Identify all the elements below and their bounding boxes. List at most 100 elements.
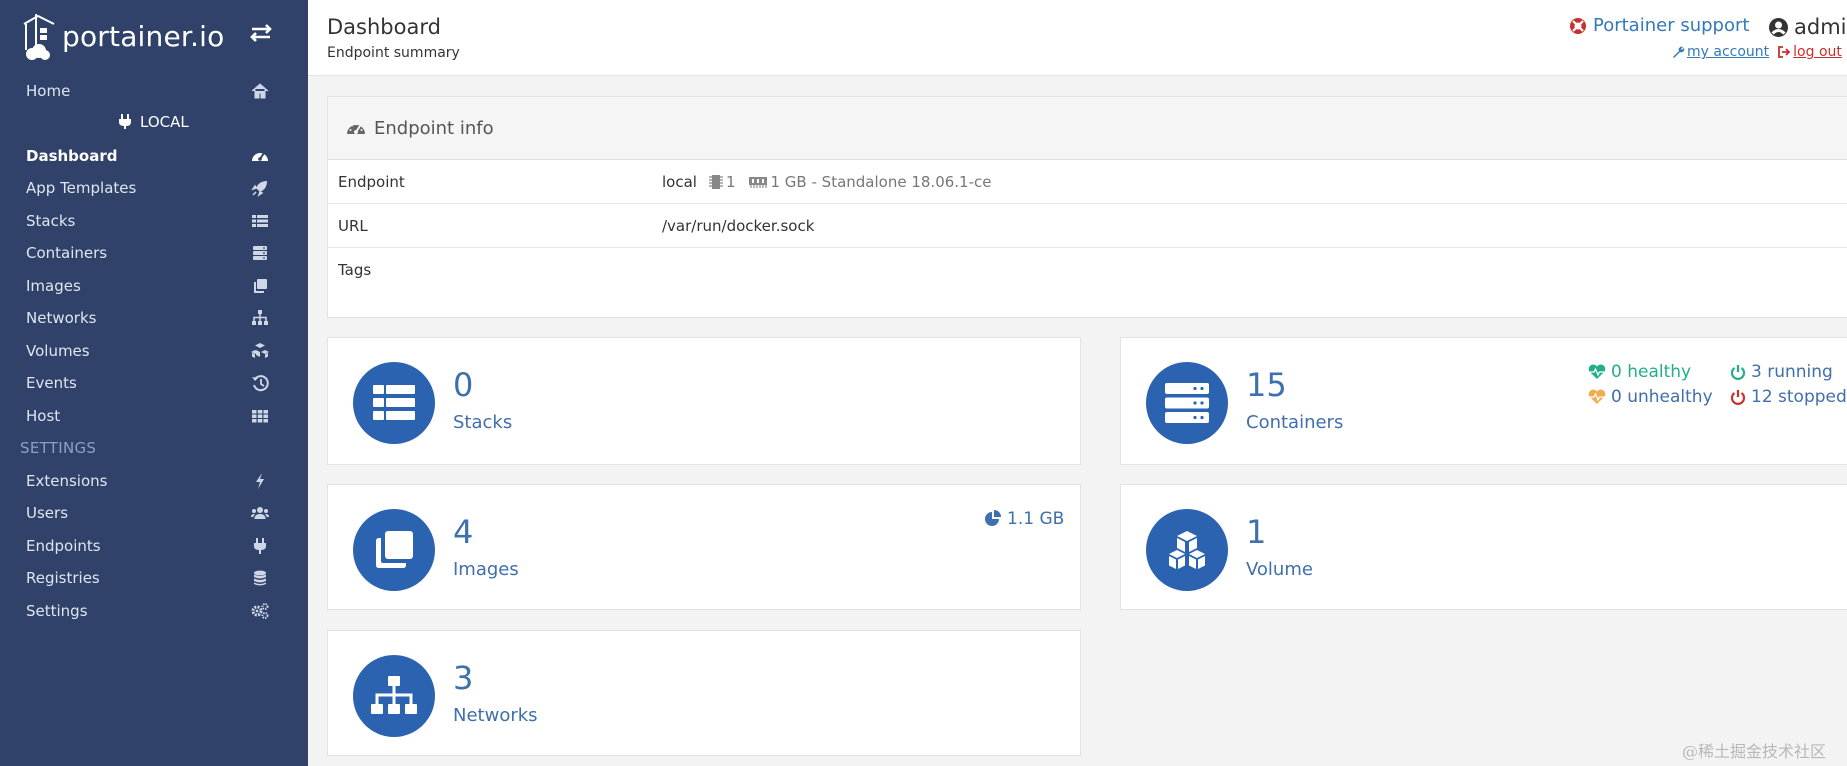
- sidebar-item-volumes[interactable]: Volumes: [0, 336, 308, 366]
- stopped-count: 12 stopped: [1730, 387, 1847, 407]
- unhealthy-count: 0 unhealthy: [1588, 387, 1713, 407]
- plug-icon: [254, 538, 266, 554]
- info-key: URL: [338, 217, 368, 235]
- sidebar-item-label: Endpoints: [26, 537, 101, 555]
- sidebar-item-label: Images: [26, 277, 81, 295]
- containers-label: Containers: [1246, 412, 1344, 433]
- list-icon: [373, 385, 415, 420]
- power-off-icon: [1730, 364, 1746, 380]
- sidebar-item-label: Dashboard: [26, 147, 118, 165]
- heartbeat-icon: [1588, 364, 1606, 379]
- sidebar-item-label: Users: [26, 504, 69, 522]
- images-size: 1.1 GB: [984, 509, 1064, 529]
- sidebar-item-home[interactable]: Home: [0, 76, 308, 106]
- volumes-tile[interactable]: 1 Volume: [1120, 484, 1847, 610]
- sidebar-item-label: Networks: [26, 309, 97, 327]
- sidebar: portainer.io Home LOCAL Dashboard App Te…: [0, 0, 308, 766]
- sidebar-item-dashboard[interactable]: Dashboard: [0, 141, 308, 171]
- sidebar-item-label: Stacks: [26, 212, 76, 230]
- images-count: 4: [453, 513, 474, 551]
- watermark: @稀土掘金技术社区: [1682, 742, 1827, 761]
- sidebar-section-settings: SETTINGS: [20, 439, 97, 457]
- my-account-link[interactable]: my account: [1671, 44, 1769, 60]
- sidebar-item-label: Registries: [26, 569, 100, 587]
- sidebar-item-endpoints[interactable]: Endpoints: [0, 531, 308, 561]
- username: admin: [1794, 15, 1847, 39]
- sidebar-item-events[interactable]: Events: [0, 368, 308, 398]
- info-row-url: URL /var/run/docker.sock: [328, 204, 1847, 248]
- stacks-icon-circle: [353, 362, 435, 444]
- images-tile[interactable]: 4 Images 1.1 GB: [327, 484, 1081, 610]
- sidebar-item-stacks[interactable]: Stacks: [0, 206, 308, 236]
- volumes-count: 1: [1246, 513, 1267, 551]
- home-icon: [251, 83, 269, 99]
- page-title: Dashboard: [327, 15, 441, 39]
- user-circle-icon: [1769, 17, 1788, 37]
- page-subtitle: Endpoint summary: [327, 45, 460, 61]
- sidebar-item-settings[interactable]: Settings: [0, 596, 308, 626]
- users-icon: [251, 507, 269, 519]
- sidebar-item-app-templates[interactable]: App Templates: [0, 173, 308, 203]
- plug-icon: [119, 114, 132, 129]
- sidebar-item-label: Settings: [26, 602, 88, 620]
- images-icon-circle: [353, 509, 435, 591]
- sidebar-item-extensions[interactable]: Extensions: [0, 466, 308, 496]
- toggle-sidebar-icon[interactable]: [246, 22, 276, 44]
- sitemap-icon: [252, 310, 268, 325]
- sidebar-item-host[interactable]: Host: [0, 401, 308, 431]
- dashboard-icon: [347, 122, 365, 134]
- stacks-tile[interactable]: 0 Stacks: [327, 337, 1081, 465]
- stacks-count: 0: [453, 366, 474, 404]
- dashboard-icon: [252, 152, 268, 161]
- widget-header: Endpoint info: [328, 97, 1847, 160]
- networks-count: 3: [453, 659, 474, 697]
- server-icon: [253, 246, 267, 260]
- database-icon: [254, 570, 266, 586]
- info-value: local 1 1 GB - Standalone 18.06.1-ce: [662, 173, 991, 191]
- sidebar-item-users[interactable]: Users: [0, 498, 308, 528]
- brand-logo-link[interactable]: portainer.io: [22, 8, 224, 64]
- sidebar-item-label: Events: [26, 374, 77, 392]
- sidebar-item-label: Containers: [26, 244, 108, 262]
- running-count: 3 running: [1730, 362, 1833, 382]
- sidebar-item-label: App Templates: [26, 179, 137, 197]
- sidebar-item-networks[interactable]: Networks: [0, 303, 308, 333]
- heartbeat-icon: [1588, 389, 1606, 404]
- portainer-logo-icon: [23, 14, 55, 60]
- cogs-icon: [251, 603, 269, 619]
- sitemap-icon: [371, 676, 417, 714]
- widget-title: Endpoint info: [374, 117, 494, 139]
- th-icon: [252, 410, 268, 423]
- power-off-icon: [1730, 389, 1746, 405]
- cubes-icon: [251, 343, 269, 358]
- networks-icon-circle: [353, 655, 435, 737]
- sidebar-item-registries[interactable]: Registries: [0, 563, 308, 593]
- rocket-icon: [251, 181, 267, 197]
- volumes-icon-circle: [1146, 509, 1228, 591]
- networks-label: Networks: [453, 705, 538, 726]
- memory-icon: [748, 177, 767, 188]
- brand-name: portainer.io: [62, 19, 225, 53]
- images-label: Images: [453, 559, 519, 580]
- microchip-icon: [708, 175, 723, 189]
- bolt-icon: [256, 473, 264, 489]
- cubes-icon: [1169, 531, 1205, 569]
- sidebar-item-label: Home: [26, 82, 71, 100]
- endpoint-name: local: [662, 173, 697, 191]
- log-out-link[interactable]: log out: [1777, 44, 1842, 60]
- stacks-label: Stacks: [453, 412, 513, 433]
- pie-chart-icon: [985, 510, 1001, 526]
- portainer-support-link[interactable]: Portainer support: [1569, 15, 1749, 36]
- account-links: my account log out: [1671, 44, 1842, 60]
- networks-tile[interactable]: 3 Networks: [327, 630, 1081, 756]
- endpoint-name-label: LOCAL: [0, 113, 308, 137]
- memory-info: 1 GB - Standalone 18.06.1-ce: [770, 173, 992, 191]
- sidebar-item-images[interactable]: Images: [0, 271, 308, 301]
- endpoint-url: /var/run/docker.sock: [662, 217, 815, 235]
- containers-icon-circle: [1146, 362, 1228, 444]
- sidebar-item-containers[interactable]: Containers: [0, 238, 308, 268]
- containers-count: 15: [1246, 366, 1287, 404]
- sidebar-item-label: Volumes: [26, 342, 90, 360]
- info-row-endpoint: Endpoint local 1 1 GB - Standalone 18.06…: [328, 160, 1847, 204]
- containers-tile[interactable]: 15 Containers 0 healthy 0 unhealthy 3 ru…: [1120, 337, 1847, 465]
